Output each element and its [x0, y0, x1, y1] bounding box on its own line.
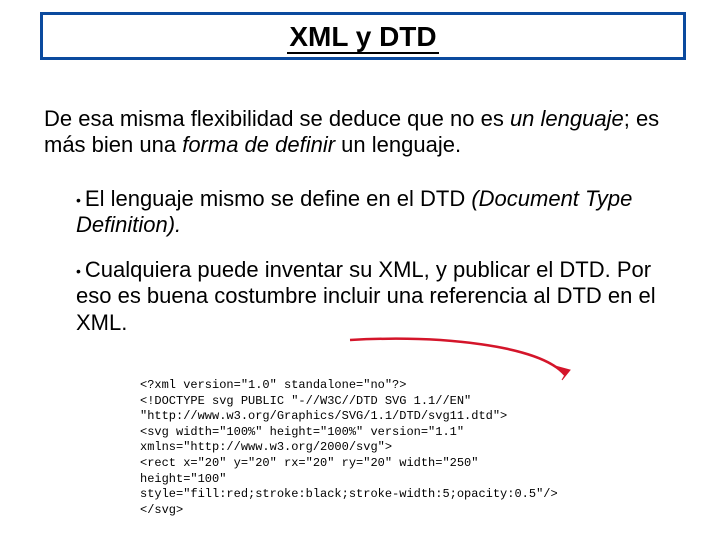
emphasis: forma de definir — [182, 132, 335, 157]
page-title: XML y DTD — [287, 21, 438, 54]
code-block: <?xml version="1.0" standalone="no"?> <!… — [140, 378, 620, 518]
text: El lenguaje mismo se define en el DTD — [85, 186, 471, 211]
intro-paragraph: De esa misma flexibilidad se deduce que … — [44, 106, 674, 159]
text: un lenguaje. — [335, 132, 461, 157]
bullet-dot-icon: • — [76, 263, 81, 279]
text: Cualquiera puede inventar su XML, y publ… — [76, 257, 656, 335]
title-box: XML y DTD — [40, 12, 686, 60]
bullet-list: •El lenguaje mismo se define en el DTD (… — [76, 186, 666, 354]
emphasis: un lenguaje — [510, 106, 624, 131]
bullet-item: •El lenguaje mismo se define en el DTD (… — [76, 186, 666, 239]
bullet-dot-icon: • — [76, 192, 81, 208]
text: De esa misma flexibilidad se deduce que … — [44, 106, 510, 131]
bullet-item: •Cualquiera puede inventar su XML, y pub… — [76, 257, 666, 336]
